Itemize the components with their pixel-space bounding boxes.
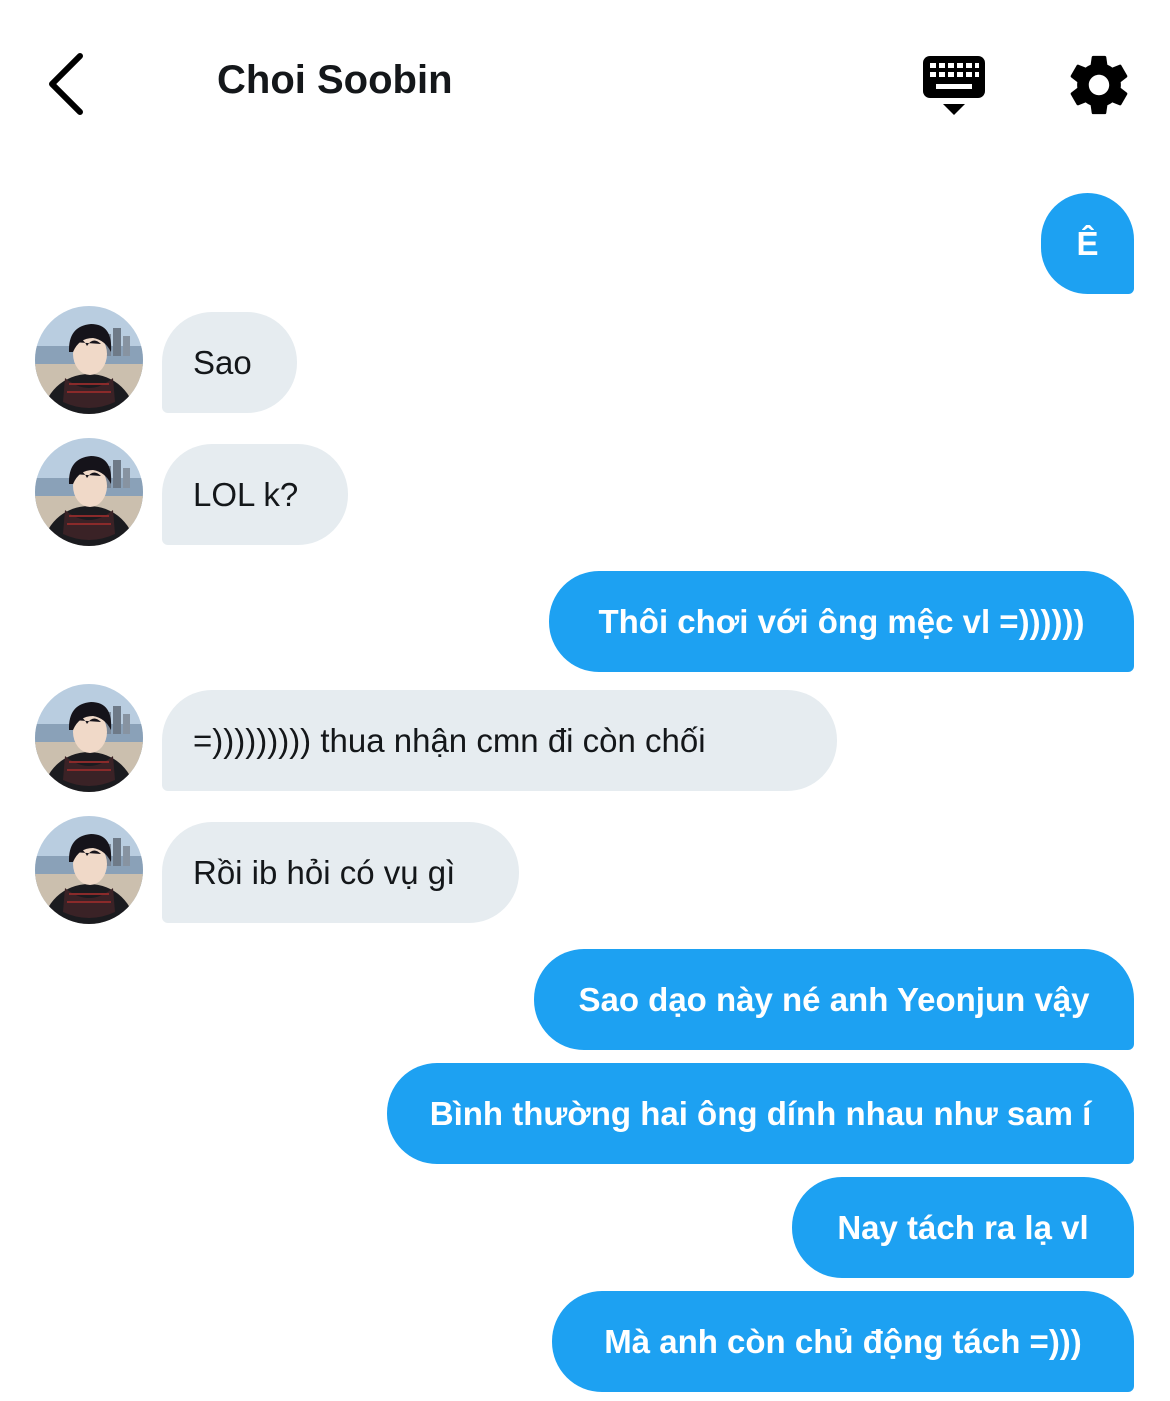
- outgoing-message[interactable]: Nay tách ra lạ vl: [792, 1177, 1134, 1278]
- keyboard-icon: [923, 56, 985, 115]
- avatar-image: [35, 438, 143, 546]
- back-button[interactable]: [36, 46, 106, 122]
- incoming-message[interactable]: Sao: [162, 312, 297, 413]
- outgoing-message[interactable]: Bình thường hai ông dính nhau như sam í: [387, 1063, 1134, 1164]
- message-text: LOL k?: [193, 476, 299, 513]
- avatar-image: [35, 816, 143, 924]
- gear-icon: [1070, 55, 1128, 115]
- message-text: Rồi ib hỏi có vụ gì: [193, 854, 456, 891]
- message-text: Bình thường hai ông dính nhau như sam í: [429, 1095, 1092, 1132]
- outgoing-message[interactable]: Thôi chơi với ông mệc vl =)))))): [549, 571, 1134, 672]
- keyboard-button[interactable]: [918, 52, 992, 120]
- message-text: Nay tách ra lạ vl: [837, 1209, 1089, 1246]
- avatar-image: [35, 306, 143, 414]
- page-title: Choi Soobin: [217, 58, 453, 102]
- avatar[interactable]: [35, 438, 143, 546]
- message-text: Mà anh còn chủ động tách =))): [604, 1323, 1082, 1360]
- incoming-message[interactable]: =))))))))) thua nhận cmn đi còn chối: [162, 690, 837, 791]
- conversation-header: Choi Soobin: [0, 0, 1170, 170]
- message-text: =))))))))) thua nhận cmn đi còn chối: [193, 722, 706, 759]
- incoming-message[interactable]: Rồi ib hỏi có vụ gì: [162, 822, 519, 923]
- message-text: Sao: [193, 344, 252, 381]
- outgoing-message[interactable]: Ê: [1041, 193, 1134, 294]
- message-text: Ê: [1076, 225, 1099, 262]
- incoming-message[interactable]: LOL k?: [162, 444, 348, 545]
- avatar[interactable]: [35, 306, 143, 414]
- outgoing-message[interactable]: Sao dạo này né anh Yeonjun vậy: [534, 949, 1134, 1050]
- chevron-left-icon: [49, 53, 83, 115]
- avatar-image: [35, 684, 143, 792]
- outgoing-message[interactable]: Mà anh còn chủ động tách =))): [552, 1291, 1134, 1392]
- avatar[interactable]: [35, 816, 143, 924]
- message-text: Sao dạo này né anh Yeonjun vậy: [578, 981, 1090, 1018]
- message-text: Thôi chơi với ông mệc vl =)))))): [598, 603, 1085, 640]
- avatar[interactable]: [35, 684, 143, 792]
- settings-button[interactable]: [1064, 50, 1134, 120]
